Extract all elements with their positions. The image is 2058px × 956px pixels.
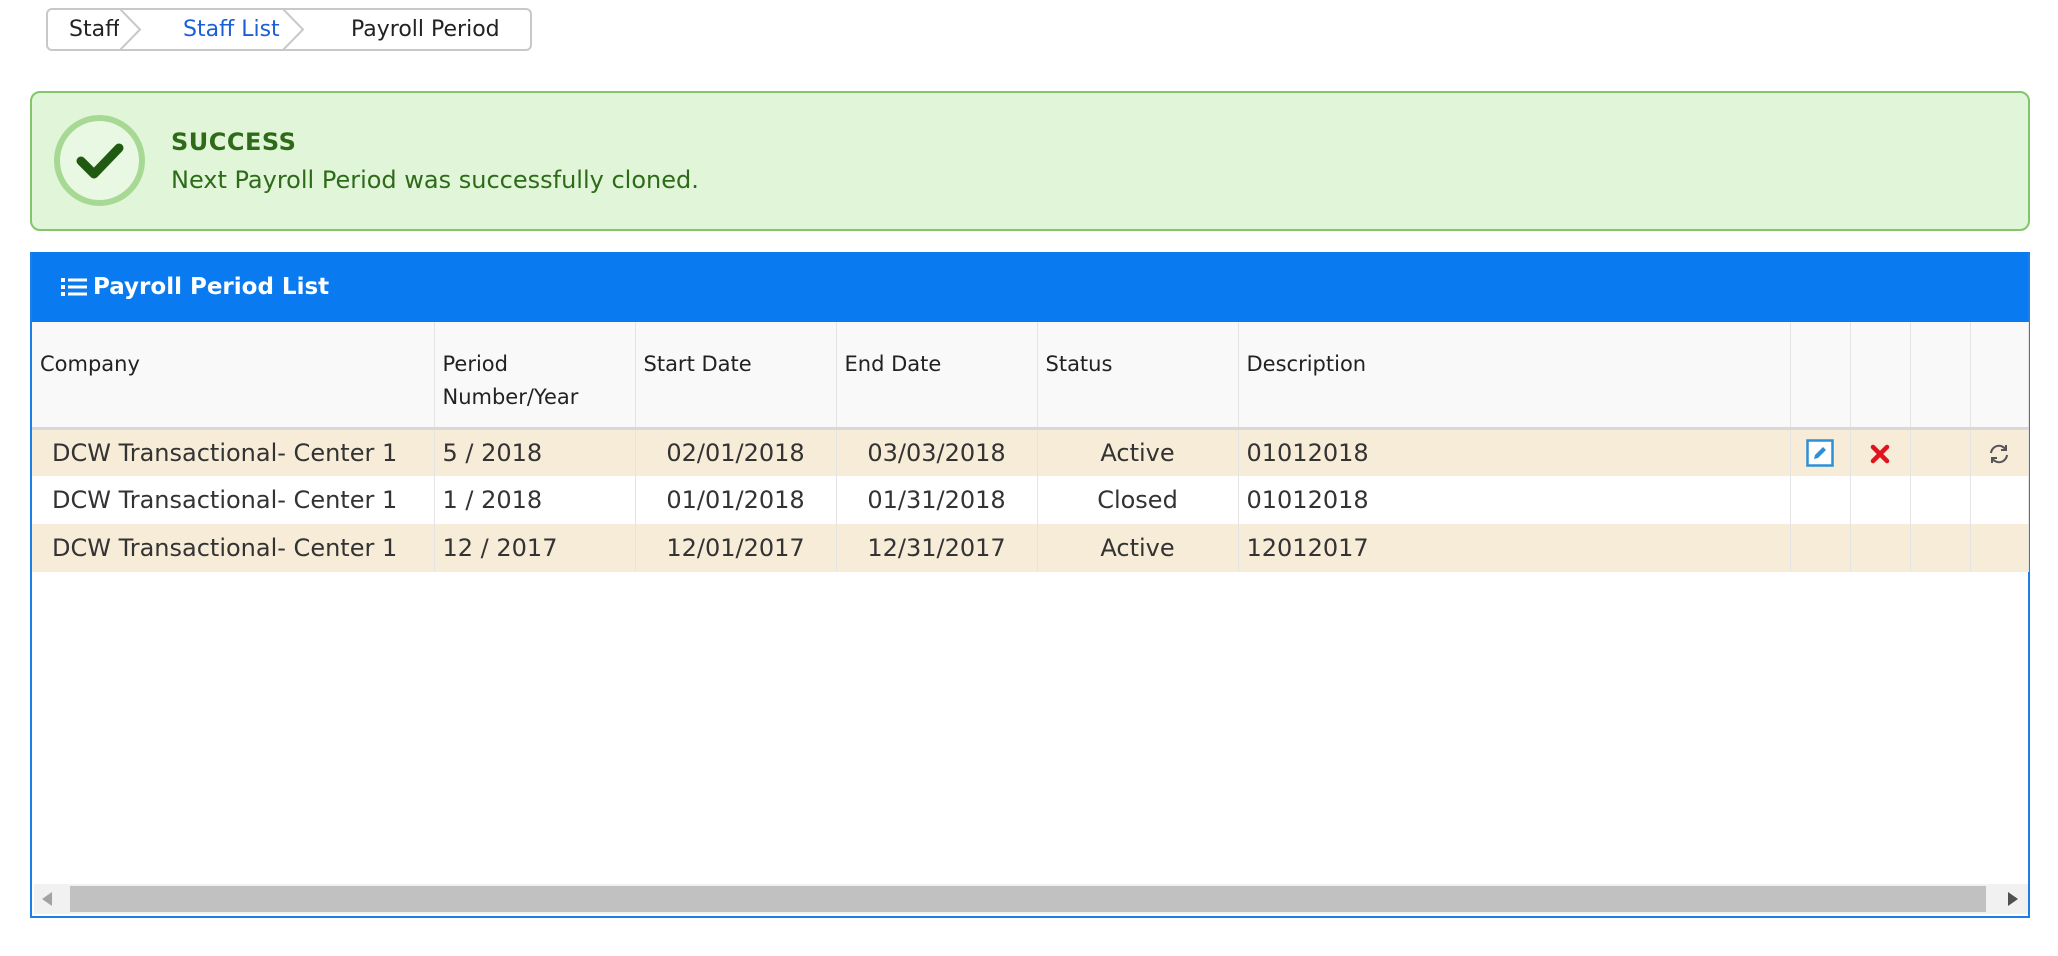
cell-company: DCW Transactional- Center 1	[32, 524, 435, 572]
table-row[interactable]: DCW Transactional- Center 1 12 / 2017 12…	[32, 524, 2029, 572]
cell-end-date: 12/31/2017	[836, 524, 1038, 572]
breadcrumb-label: Payroll Period	[351, 17, 500, 42]
breadcrumb: Staff Staff List Payroll Period	[46, 8, 532, 51]
alert-message: Next Payroll Period was successfully clo…	[171, 166, 699, 194]
list-icon	[61, 277, 87, 297]
cell-start-date: 12/01/2017	[635, 524, 837, 572]
column-header-action	[1790, 322, 1851, 430]
breadcrumb-item-staff[interactable]: Staff	[48, 10, 142, 49]
cell-company: DCW Transactional- Center 1	[32, 476, 435, 524]
refresh-icon[interactable]	[1987, 442, 2011, 466]
column-header-action	[1970, 322, 2029, 430]
column-header-status[interactable]: Status	[1037, 322, 1239, 430]
cell-description: 12012017	[1238, 524, 1791, 572]
breadcrumb-label: Staff	[69, 17, 121, 42]
column-header-end-date[interactable]: End Date	[836, 322, 1038, 430]
empty-action-cell	[1790, 476, 1851, 524]
payroll-period-table: Company Period Number/Year Start Date En…	[32, 322, 2029, 572]
empty-action-cell	[1910, 524, 1971, 572]
refresh-button[interactable]	[1970, 428, 2029, 476]
cell-description: 01012018	[1238, 476, 1791, 524]
empty-action-cell	[1970, 476, 2029, 524]
cell-start-date: 02/01/2018	[635, 428, 837, 476]
empty-action-cell	[1850, 524, 1911, 572]
scroll-right-arrow-icon[interactable]	[2008, 892, 2018, 906]
cell-description: 01012018	[1238, 428, 1791, 476]
cell-status: Active	[1037, 428, 1239, 476]
scroll-left-arrow-icon[interactable]	[42, 892, 52, 906]
column-header-period[interactable]: Period Number/Year	[434, 322, 636, 430]
cell-status: Active	[1037, 524, 1239, 572]
column-header-action	[1850, 322, 1911, 430]
column-header-start-date[interactable]: Start Date	[635, 322, 837, 430]
horizontal-scrollbar[interactable]	[34, 884, 2028, 914]
column-header-description[interactable]: Description	[1238, 322, 1791, 430]
payroll-period-panel: Payroll Period List Company Period Numbe…	[30, 252, 2030, 918]
empty-action-cell	[1790, 524, 1851, 572]
breadcrumb-label: Staff List	[183, 17, 280, 42]
cell-period: 1 / 2018	[434, 476, 636, 524]
cell-end-date: 03/03/2018	[836, 428, 1038, 476]
cell-start-date: 01/01/2018	[635, 476, 837, 524]
edit-icon[interactable]	[1806, 439, 1834, 467]
breadcrumb-item-payroll-period: Payroll Period	[303, 10, 530, 49]
cell-company: DCW Transactional- Center 1	[32, 428, 435, 476]
success-alert: SUCCESS Next Payroll Period was successf…	[30, 91, 2030, 231]
delete-icon[interactable]	[1870, 444, 1890, 464]
column-header-company[interactable]: Company	[32, 322, 435, 430]
panel-title: Payroll Period List	[93, 274, 330, 300]
breadcrumb-item-staff-list[interactable]: Staff List	[140, 10, 305, 49]
empty-action-cell	[1910, 476, 1971, 524]
cell-end-date: 01/31/2018	[836, 476, 1038, 524]
scrollbar-thumb[interactable]	[70, 886, 1986, 912]
empty-action-cell	[1910, 428, 1971, 476]
check-circle-icon	[54, 115, 145, 206]
alert-title: SUCCESS	[171, 128, 297, 156]
column-header-action	[1910, 322, 1971, 430]
edit-button[interactable]	[1790, 428, 1851, 476]
cell-status: Closed	[1037, 476, 1239, 524]
empty-action-cell	[1970, 524, 2029, 572]
cell-period: 5 / 2018	[434, 428, 636, 476]
table-row[interactable]: DCW Transactional- Center 1 1 / 2018 01/…	[32, 476, 2029, 524]
table-row[interactable]: DCW Transactional- Center 1 5 / 2018 02/…	[32, 428, 2029, 476]
delete-button[interactable]	[1850, 428, 1911, 476]
empty-action-cell	[1850, 476, 1911, 524]
cell-period: 12 / 2017	[434, 524, 636, 572]
table-header-row: Company Period Number/Year Start Date En…	[32, 322, 2029, 430]
panel-header: Payroll Period List	[32, 252, 2028, 322]
